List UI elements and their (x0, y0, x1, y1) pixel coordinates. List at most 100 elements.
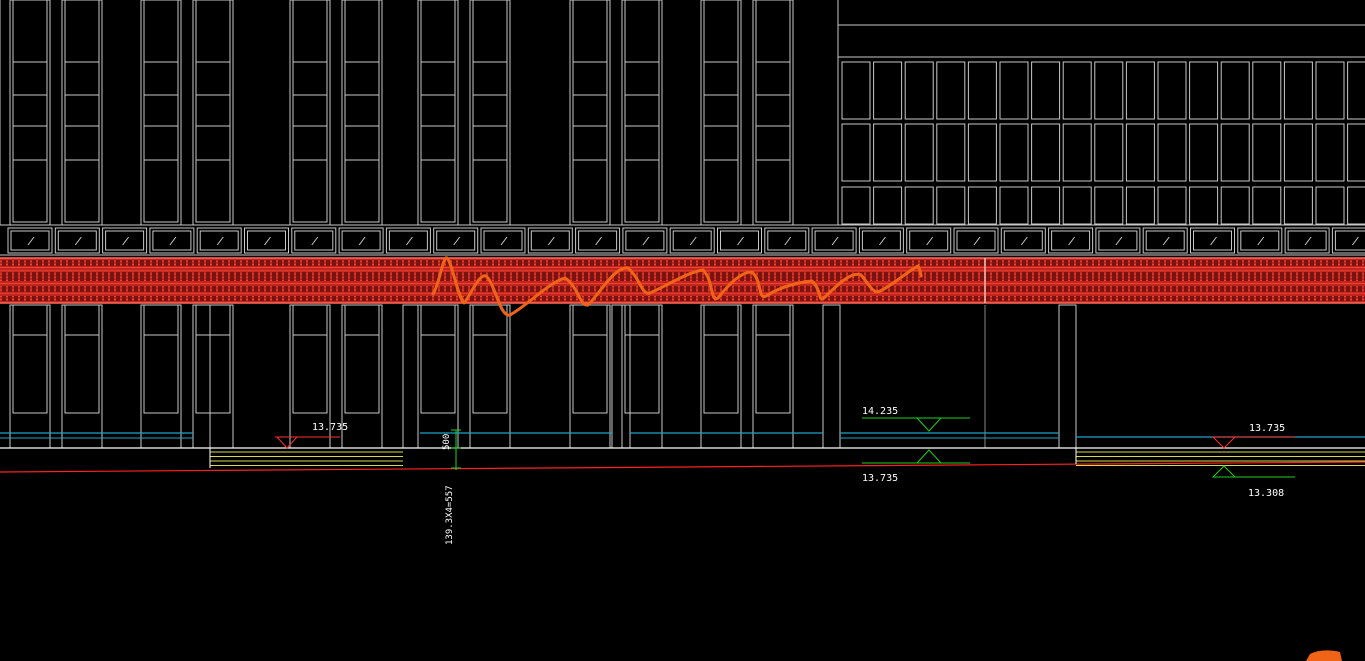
brick-unit (740, 260, 744, 266)
brick-unit (32, 260, 36, 266)
brick-unit (866, 260, 870, 266)
brick-unit (1268, 260, 1272, 266)
brick-unit (872, 272, 876, 281)
brick-unit (722, 260, 726, 266)
brick-unit (1184, 272, 1188, 281)
brick-unit (8, 260, 12, 266)
brick-unit (182, 296, 186, 301)
brick-unit (1334, 286, 1338, 292)
brick-unit (818, 260, 822, 266)
parapet-panel (1095, 227, 1141, 254)
curtain-panel (1031, 61, 1061, 120)
parapet-inner (1240, 230, 1280, 251)
brick-unit (764, 260, 768, 266)
brick-unit (332, 286, 336, 292)
brick-unit (524, 296, 528, 301)
brick-unit (1262, 286, 1266, 292)
brick-unit (1028, 286, 1032, 292)
brick-unit (794, 286, 798, 292)
curtain-panel (1220, 61, 1250, 120)
brick-unit (446, 286, 450, 292)
brick-unit (368, 272, 372, 281)
curtain-panel (1220, 123, 1250, 182)
brick-unit (410, 296, 414, 301)
parapet-hatch (1068, 236, 1075, 246)
brick-unit (932, 296, 936, 301)
brick-unit (584, 296, 588, 301)
brick-unit (1160, 286, 1164, 292)
brick-unit (56, 296, 60, 301)
brick-unit (800, 260, 804, 266)
brick-unit (818, 272, 822, 281)
brick-unit (1094, 296, 1098, 301)
brick-unit (1070, 296, 1074, 301)
curtain-panel (1283, 123, 1313, 182)
brick-unit (542, 272, 546, 281)
brick-unit (764, 272, 768, 281)
brick-unit (476, 286, 480, 292)
brick-unit (1280, 260, 1284, 266)
brick-unit (398, 260, 402, 266)
brick-unit (242, 286, 246, 292)
column (822, 304, 841, 449)
brick-unit (572, 260, 576, 266)
brick-unit (164, 296, 168, 301)
brick-unit (788, 260, 792, 266)
brick-unit (116, 260, 120, 266)
brick-unit (956, 272, 960, 281)
brick-unit (212, 272, 216, 281)
brick-unit (1076, 272, 1080, 281)
brick-unit (1184, 260, 1188, 266)
brick-unit (890, 272, 894, 281)
brick-unit (1058, 286, 1062, 292)
brick-unit (992, 260, 996, 266)
brick-unit (68, 260, 72, 266)
brick-unit (668, 272, 672, 281)
brick-unit (2, 260, 6, 266)
brick-unit (1280, 272, 1284, 281)
brick-unit (542, 296, 546, 301)
brick-unit (26, 260, 30, 266)
parapet-inner (10, 230, 50, 251)
brick-unit (1208, 296, 1212, 301)
brick-unit (1154, 260, 1158, 266)
elevation-label-left: 13.735 (312, 422, 348, 433)
brick-unit (290, 286, 294, 292)
brick-unit (752, 296, 756, 301)
brick-unit (1034, 296, 1038, 301)
parapet-inner (1334, 230, 1365, 251)
brick-unit (416, 272, 420, 281)
lower-window-frame (195, 304, 231, 414)
brick-unit (44, 272, 48, 281)
brick-unit (86, 286, 90, 292)
brick-unit (992, 272, 996, 281)
brick-unit (1166, 286, 1170, 292)
brick-unit (74, 286, 78, 292)
parapet-inner (199, 230, 239, 251)
brick-unit (1232, 296, 1236, 301)
brick-unit (1334, 296, 1338, 301)
curtain-panel (873, 61, 903, 120)
brick-unit (962, 272, 966, 281)
brick-unit (572, 272, 576, 281)
brick-unit (986, 286, 990, 292)
brick-unit (1202, 260, 1206, 266)
brick-unit (662, 260, 666, 266)
brick-unit (152, 286, 156, 292)
lower-window-column (621, 304, 663, 449)
brick-unit (206, 296, 210, 301)
brick-unit (434, 260, 438, 266)
brick-unit (464, 286, 468, 292)
brick-unit (416, 260, 420, 266)
brick-unit (176, 272, 180, 281)
brick-unit (662, 272, 666, 281)
parapet-inner (720, 230, 759, 251)
brick-unit (512, 272, 516, 281)
brick-unit (194, 272, 198, 281)
brick-unit (140, 296, 144, 301)
brick-unit (1304, 296, 1308, 301)
brick-unit (704, 286, 708, 292)
brick-unit (1286, 260, 1290, 266)
brick-unit (392, 296, 396, 301)
brick-unit (476, 296, 480, 301)
